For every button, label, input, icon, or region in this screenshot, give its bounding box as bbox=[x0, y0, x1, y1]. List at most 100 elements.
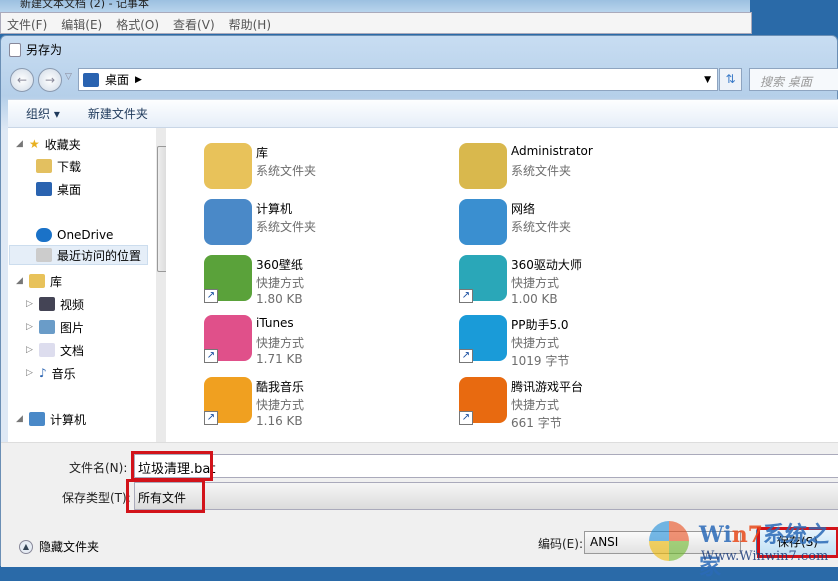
expand-arrow-icon[interactable]: ▷ bbox=[26, 322, 34, 332]
save-as-dialog: 另存为 ← → ▽ 桌面 ▶ ▼ ⇅ 搜索 桌面 组织 ▾ 新建文件夹 ◢ ★ 收藏… bbox=[0, 35, 838, 580]
hide-folders-button[interactable]: ▲ 隐藏文件夹 bbox=[19, 538, 99, 555]
shortcut-arrow-icon: ↗ bbox=[459, 349, 473, 363]
file-item[interactable]: ↗ 360驱动大师 快捷方式 1.00 KB bbox=[439, 251, 689, 309]
hide-folders-label: 隐藏文件夹 bbox=[39, 540, 100, 554]
nav-label: 音乐 bbox=[51, 366, 76, 381]
menu-help[interactable]: 帮助(H) bbox=[229, 16, 271, 32]
navigation-pane: ◢ ★ 收藏夹 下载 桌面 最近访问的位置 OneDrive ◢ 库 ▷ 视频 ▷ 图片 … bbox=[8, 128, 171, 442]
address-dropdown-icon[interactable]: ▼ bbox=[704, 75, 711, 85]
documents-icon bbox=[39, 343, 55, 357]
organize-button[interactable]: 组织 ▾ bbox=[26, 105, 60, 122]
filetype-highlight bbox=[126, 479, 205, 513]
music-icon: ♪ bbox=[39, 366, 47, 380]
forward-button[interactable]: → bbox=[38, 68, 62, 92]
shortcut-arrow-icon: ↗ bbox=[204, 349, 218, 363]
onedrive-icon bbox=[36, 228, 52, 242]
filename-input[interactable]: 垃圾清理.bat bbox=[134, 454, 838, 478]
file-size: 1019 字节 bbox=[511, 354, 570, 368]
expand-arrow-icon[interactable]: ▷ bbox=[26, 345, 34, 355]
expand-arrow-icon[interactable]: ◢ bbox=[16, 139, 24, 149]
file-size: 1.16 KB bbox=[256, 414, 303, 428]
file-size: 661 字节 bbox=[511, 416, 562, 430]
desktop-icon bbox=[83, 72, 99, 87]
file-name: PP助手5.0 bbox=[511, 318, 569, 332]
collapse-icon: ▲ bbox=[19, 539, 33, 554]
breadcrumb-desktop[interactable]: 桌面 bbox=[105, 71, 129, 88]
filetype-label: 保存类型(T): bbox=[62, 491, 131, 505]
file-name: 360壁纸 bbox=[256, 258, 303, 272]
nav-label: 计算机 bbox=[50, 412, 87, 427]
menu-edit[interactable]: 编辑(E) bbox=[61, 16, 102, 32]
file-type: 系统文件夹 bbox=[511, 164, 572, 178]
menu-file[interactable]: 文件(F) bbox=[7, 16, 47, 32]
history-dropdown-icon[interactable]: ▽ bbox=[65, 72, 72, 82]
file-item[interactable]: 库系统文件夹 bbox=[184, 139, 434, 197]
file-item[interactable]: ↗ PP助手5.0 快捷方式 1019 字节 bbox=[439, 311, 689, 369]
menu-view[interactable]: 查看(V) bbox=[173, 16, 215, 32]
file-name: 库 bbox=[256, 146, 269, 160]
file-name: 计算机 bbox=[256, 202, 293, 216]
file-item[interactable]: ↗ 360壁纸 快捷方式 1.80 KB bbox=[184, 251, 434, 309]
expand-arrow-icon[interactable]: ▷ bbox=[26, 299, 34, 309]
file-item[interactable]: ↗ 腾讯游戏平台 快捷方式 661 字节 bbox=[439, 373, 689, 431]
file-type: 快捷方式 bbox=[511, 336, 560, 350]
nav-label: 最近访问的位置 bbox=[57, 248, 142, 263]
file-name: iTunes bbox=[256, 316, 294, 330]
watermark-logo: Win7系统之家 Www.Winwin7.com bbox=[641, 513, 836, 580]
menu-format[interactable]: 格式(O) bbox=[116, 16, 159, 32]
search-input[interactable]: 搜索 桌面 bbox=[749, 68, 838, 91]
expand-arrow-icon[interactable]: ▷ bbox=[26, 368, 34, 378]
user-folder-icon bbox=[459, 143, 507, 189]
nav-label: 桌面 bbox=[57, 182, 82, 197]
nav-computer[interactable]: ◢ 计算机 bbox=[16, 409, 156, 429]
nav-item-desktop[interactable]: 桌面 bbox=[36, 179, 176, 199]
file-name: 酷我音乐 bbox=[256, 380, 305, 394]
nav-item-music[interactable]: ▷ ♪ 音乐 bbox=[26, 363, 166, 383]
file-item[interactable]: ↗ iTunes 快捷方式 1.71 KB bbox=[184, 311, 434, 369]
star-icon: ★ bbox=[29, 137, 40, 151]
file-name: 360驱动大师 bbox=[511, 258, 582, 272]
shortcut-arrow-icon: ↗ bbox=[204, 411, 218, 425]
expand-arrow-icon[interactable]: ◢ bbox=[16, 276, 24, 286]
back-button[interactable]: ← bbox=[10, 68, 34, 92]
nav-item-downloads[interactable]: 下载 bbox=[36, 156, 176, 176]
file-size: 1.80 KB bbox=[256, 292, 303, 306]
file-type: 快捷方式 bbox=[256, 336, 305, 350]
file-type: 快捷方式 bbox=[256, 398, 305, 412]
file-type: 系统文件夹 bbox=[256, 164, 317, 178]
nav-item-videos[interactable]: ▷ 视频 bbox=[26, 294, 166, 314]
file-list: 库系统文件夹 Administrator 系统文件夹 计算机 系统文件夹 网络 系统文件夹 ↗… bbox=[166, 128, 838, 442]
file-item[interactable]: 网络 系统文件夹 bbox=[439, 195, 689, 253]
shortcut-arrow-icon: ↗ bbox=[459, 289, 473, 303]
expand-arrow-icon[interactable]: ◢ bbox=[16, 414, 24, 424]
windows-logo-icon bbox=[649, 521, 689, 561]
notepad-icon bbox=[9, 42, 21, 57]
library-icon bbox=[204, 143, 252, 189]
nav-item-onedrive[interactable]: OneDrive bbox=[36, 225, 176, 245]
nav-libraries[interactable]: ◢ 库 bbox=[16, 271, 156, 291]
encoding-label: 编码(E): bbox=[538, 537, 583, 551]
recent-places-icon bbox=[36, 248, 52, 262]
filetype-select[interactable]: 所有文件 bbox=[134, 482, 838, 510]
nav-favorites[interactable]: ◢ ★ 收藏夹 bbox=[16, 134, 156, 154]
nav-item-recent[interactable]: 最近访问的位置 bbox=[9, 245, 148, 265]
downloads-icon bbox=[36, 159, 52, 173]
nav-item-documents[interactable]: ▷ 文档 bbox=[26, 340, 166, 360]
computer-icon bbox=[29, 412, 45, 426]
file-item[interactable]: ↗ 酷我音乐快捷方式 1.16 KB bbox=[184, 373, 434, 431]
file-name: Administrator bbox=[511, 144, 593, 158]
file-type: 快捷方式 bbox=[256, 276, 305, 290]
file-size: 1.71 KB bbox=[256, 352, 303, 366]
file-type: 快捷方式 bbox=[511, 276, 560, 290]
computer-icon bbox=[204, 199, 252, 245]
file-item[interactable]: Administrator 系统文件夹 bbox=[439, 139, 689, 197]
network-icon bbox=[459, 199, 507, 245]
save-options-panel: 文件名(N): 垃圾清理.bat 保存类型(T): 所有文件 ▲ 隐藏文件夹 编码… bbox=[1, 442, 838, 580]
address-bar[interactable]: 桌面 ▶ ▼ bbox=[78, 68, 718, 91]
refresh-button[interactable]: ⇅ bbox=[719, 68, 742, 91]
breadcrumb-chevron-icon[interactable]: ▶ bbox=[135, 75, 142, 85]
new-folder-button[interactable]: 新建文件夹 bbox=[88, 105, 148, 122]
file-item[interactable]: 计算机 系统文件夹 bbox=[184, 195, 434, 253]
nav-item-pictures[interactable]: ▷ 图片 bbox=[26, 317, 166, 337]
file-name: 网络 bbox=[511, 202, 536, 216]
